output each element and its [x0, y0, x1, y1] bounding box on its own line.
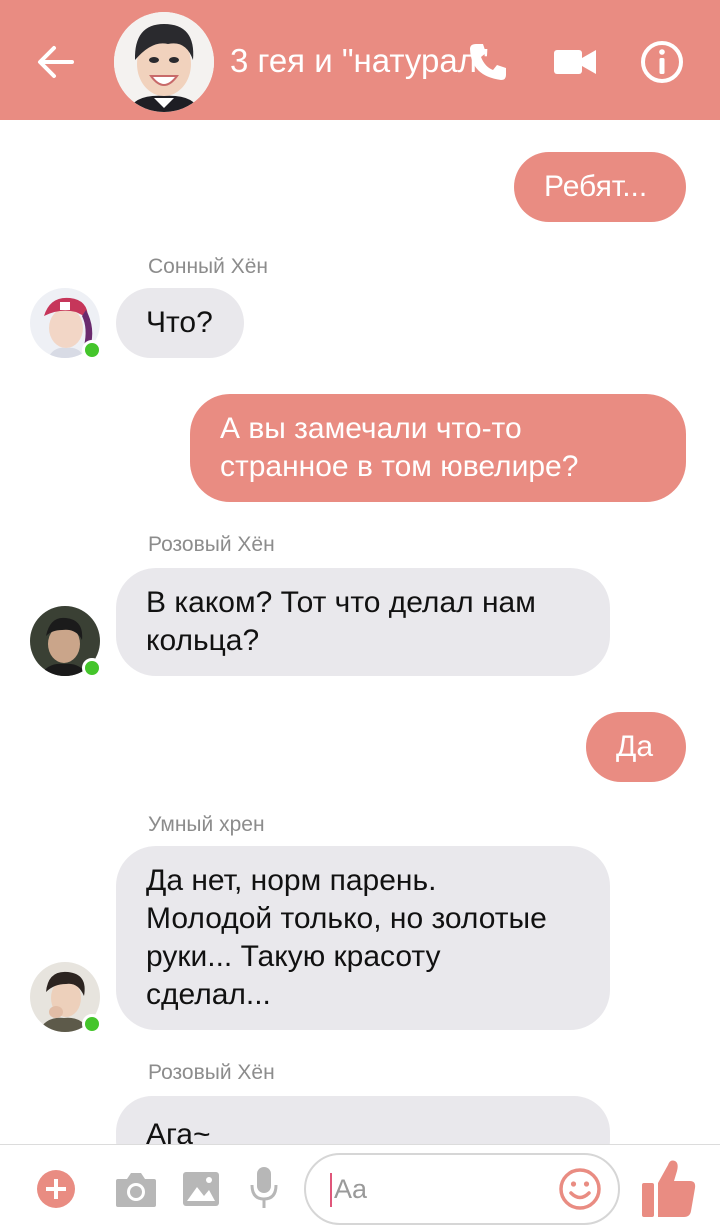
online-status-dot: [82, 658, 102, 678]
group-avatar[interactable]: [114, 12, 214, 112]
emoji-button[interactable]: [558, 1167, 602, 1211]
sender-name: Розовый Хён: [148, 1061, 275, 1084]
add-button[interactable]: [36, 1169, 76, 1209]
message-text-line: кольца?: [146, 624, 260, 657]
arrow-left-icon: [38, 46, 74, 78]
message-text-line: странное в том ювелире?: [220, 450, 579, 483]
text-cursor: [330, 1173, 332, 1207]
info-icon: [641, 41, 683, 83]
chat-title[interactable]: 3 гея и "натурал": [230, 38, 502, 84]
message-text-line: В каком? Тот что делал нам: [146, 586, 536, 619]
plus-icon: [37, 1170, 75, 1208]
message-input[interactable]: Aa: [304, 1153, 620, 1225]
sender-avatar[interactable]: [30, 962, 102, 1034]
back-button[interactable]: [36, 42, 76, 82]
outgoing-message[interactable]: Ребят...: [514, 152, 686, 222]
sender-name: Умный хрен: [148, 813, 265, 836]
emoji-icon: [559, 1168, 601, 1210]
incoming-message[interactable]: В каком? Тот что делал нам кольца?: [116, 568, 610, 676]
chat-header: 3 гея и "натурал": [0, 0, 720, 120]
like-button[interactable]: [640, 1157, 698, 1221]
voice-message-button[interactable]: [250, 1165, 278, 1211]
video-camera-icon: [554, 50, 596, 74]
message-input-placeholder: Aa: [334, 1174, 368, 1204]
message-text: Да: [616, 730, 654, 763]
outgoing-message[interactable]: А вы замечали что-то странное в том ювел…: [190, 394, 686, 502]
message-text: Что?: [146, 306, 213, 339]
message-composer: Aa: [0, 1144, 720, 1232]
image-icon: [183, 1172, 219, 1206]
message-text-line: руки... Такую красоту: [146, 940, 441, 973]
message-text-line: А вы замечали что-то: [220, 412, 522, 445]
camera-icon: [116, 1173, 156, 1207]
outgoing-message[interactable]: Да: [586, 712, 686, 782]
call-button[interactable]: [466, 40, 510, 84]
message-text-line: сделал...: [146, 978, 271, 1011]
microphone-icon: [250, 1167, 278, 1208]
camera-button[interactable]: [114, 1169, 158, 1209]
online-status-dot: [82, 340, 102, 360]
sender-name: Розовый Хён: [148, 533, 275, 556]
video-call-button[interactable]: [552, 44, 598, 80]
thumbs-up-icon: [642, 1160, 696, 1217]
message-text-line: Да нет, норм парень.: [146, 864, 437, 897]
group-avatar-image: [114, 12, 214, 112]
incoming-message[interactable]: Что?: [116, 288, 244, 358]
phone-icon: [470, 44, 506, 80]
sender-name: Сонный Хён: [148, 255, 268, 278]
message-text: Ребят...: [544, 170, 648, 203]
online-status-dot: [82, 1014, 102, 1034]
gallery-button[interactable]: [182, 1169, 220, 1209]
sender-avatar[interactable]: [30, 288, 102, 360]
message-list[interactable]: Ребят... Сонный Хён Что? А вы замечали ч…: [0, 120, 720, 1144]
info-button[interactable]: [638, 38, 686, 86]
message-text: Ага~: [146, 1118, 211, 1144]
incoming-message[interactable]: Да нет, норм парень. Молодой только, но …: [116, 846, 610, 1030]
sender-avatar[interactable]: [30, 606, 102, 678]
message-text-line: Молодой только, но золотые: [146, 902, 547, 935]
incoming-message[interactable]: Ага~: [116, 1096, 610, 1144]
